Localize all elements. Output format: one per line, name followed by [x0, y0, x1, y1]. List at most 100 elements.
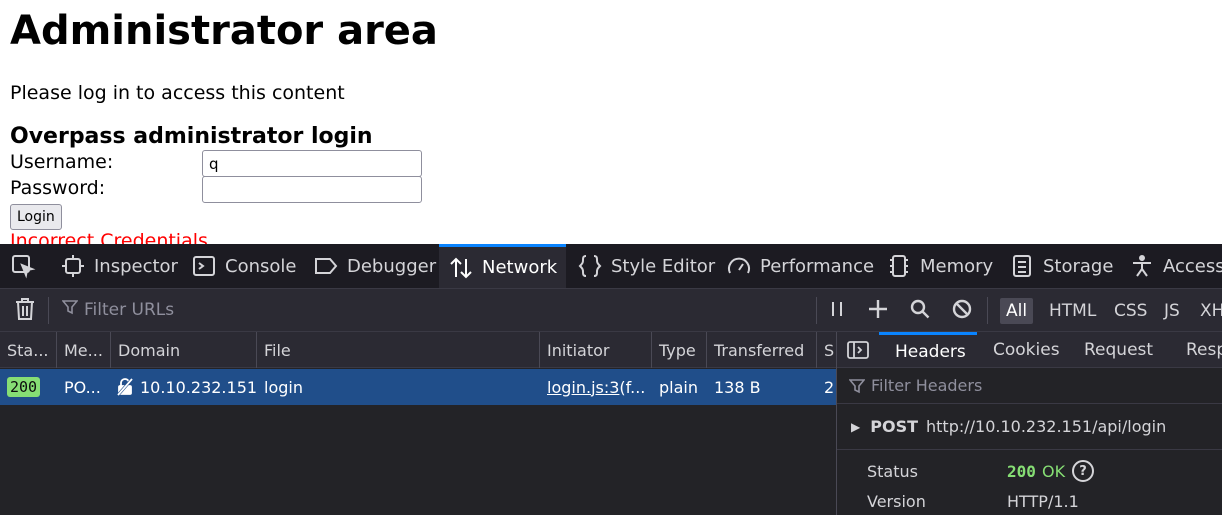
pause-icon [827, 299, 847, 323]
filter-xhr[interactable]: XH [1194, 298, 1222, 324]
tab-label: Console [225, 255, 297, 277]
debugger-icon [313, 253, 339, 279]
status-text: OK [1042, 462, 1066, 481]
row-initiator: login.js:3 (f... [547, 369, 647, 405]
username-input[interactable] [202, 150, 422, 177]
filter-html[interactable]: HTML [1043, 298, 1102, 324]
filter-icon [61, 299, 79, 320]
column-size[interactable]: S [817, 332, 836, 368]
block-icon [951, 298, 973, 324]
column-method[interactable]: Me... [57, 332, 111, 368]
version-label: Version [867, 492, 926, 511]
row-type: plain [659, 377, 698, 397]
row-status: 200 [7, 369, 41, 405]
expand-arrow-icon: ▶ [851, 419, 861, 434]
filter-all[interactable]: All [1000, 298, 1034, 324]
column-file[interactable]: File [257, 332, 540, 368]
tab-inspector[interactable]: Inspector [60, 244, 178, 288]
form-title: Overpass administrator login [10, 124, 373, 149]
page-content: Administrator area Please log in to acce… [0, 0, 1222, 244]
plus-icon [867, 298, 889, 324]
network-icon [448, 255, 474, 281]
column-initiator[interactable]: Initiator [540, 332, 652, 368]
tab-console[interactable]: Console [191, 244, 296, 288]
block-requests-button[interactable] [948, 297, 976, 325]
column-transferred[interactable]: Transferred [707, 332, 817, 368]
filter-headers-input[interactable]: Filter Headers [837, 368, 1222, 404]
clear-button[interactable] [11, 297, 39, 325]
devtools-panel: Inspector Console Debugger Network Style… [0, 244, 1222, 515]
column-type[interactable]: Type [652, 332, 707, 368]
initiator-rest: (f... [619, 377, 646, 397]
filter-css[interactable]: CSS [1108, 298, 1153, 324]
accessibility-icon [1129, 253, 1155, 279]
login-button[interactable]: Login [10, 204, 62, 230]
error-message: Incorrect Credentials [10, 230, 208, 244]
tab-label: Style Editor [611, 255, 716, 277]
tab-network[interactable]: Network [439, 244, 566, 288]
row-size: 2 [824, 377, 835, 397]
filter-headers-placeholder: Filter Headers [871, 376, 983, 395]
tab-accessibility[interactable]: Accessi [1129, 244, 1222, 288]
filter-urls-input[interactable]: Filter URLs [61, 299, 175, 320]
request-method: POST [870, 417, 918, 436]
console-icon [191, 253, 217, 279]
tab-label: Memory [920, 255, 994, 277]
pause-button[interactable] [823, 297, 851, 325]
style-editor-icon [577, 253, 603, 279]
username-label: Username: [10, 151, 114, 173]
tab-style-editor[interactable]: Style Editor [577, 244, 715, 288]
trash-icon [13, 296, 37, 326]
table-header: Sta... Me... Domain File Initiator Type … [0, 332, 836, 368]
password-input[interactable] [202, 176, 422, 203]
domain-text: 10.10.232.151 [140, 377, 258, 397]
version-value: HTTP/1.1 [1007, 492, 1079, 511]
row-domain: 10.10.232.151 [116, 369, 257, 405]
row-method: PO... [64, 377, 101, 397]
tab-label: Network [482, 257, 558, 278]
column-domain[interactable]: Domain [111, 332, 257, 368]
tab-performance[interactable]: Performance [726, 244, 874, 288]
tab-cookies[interactable]: Cookies [993, 332, 1060, 368]
request-url: http://10.10.232.151/api/login [926, 417, 1167, 436]
insecure-lock-icon [116, 378, 134, 396]
filter-icon [849, 378, 865, 394]
request-details-panel: Headers Cookies Request Resp Filter Head… [837, 332, 1222, 515]
initiator-link[interactable]: login.js:3 [547, 378, 619, 397]
row-transferred: 138 B [714, 377, 761, 397]
password-label: Password: [10, 177, 106, 199]
request-summary[interactable]: ▶ POST http://10.10.232.151/api/login [837, 404, 1222, 450]
filter-urls-placeholder: Filter URLs [84, 299, 175, 320]
help-icon[interactable]: ? [1072, 460, 1094, 482]
tab-request[interactable]: Request [1084, 332, 1153, 368]
table-row[interactable]: 200 PO... 10.10.232.151 login login.js:3… [0, 369, 836, 405]
toolbar-divider [48, 297, 49, 324]
add-request-button[interactable] [864, 297, 892, 325]
search-icon [909, 298, 931, 324]
status-code: 200 [1007, 462, 1036, 481]
toggle-sidebar-button[interactable] [847, 332, 869, 368]
filter-js[interactable]: JS [1158, 298, 1186, 324]
tab-storage[interactable]: Storage [1009, 244, 1113, 288]
status-label: Status [867, 462, 918, 481]
memory-icon [886, 253, 912, 279]
status-badge: 200 [7, 377, 41, 397]
sidebar-toggle-icon [847, 340, 869, 360]
performance-icon [726, 253, 752, 279]
network-toolbar: Filter URLs All HTML CSS JS XH [0, 289, 1222, 332]
tab-debugger[interactable]: Debugger [313, 244, 436, 288]
storage-icon [1009, 253, 1035, 279]
requests-table: Sta... Me... Domain File Initiator Type … [0, 332, 836, 515]
details-tabbar: Headers Cookies Request Resp [837, 332, 1222, 368]
column-status[interactable]: Sta... [0, 332, 57, 368]
pick-element-button[interactable] [10, 244, 44, 288]
tab-response[interactable]: Resp [1186, 332, 1222, 368]
tab-label: Storage [1043, 255, 1114, 277]
tab-label: Accessi [1163, 255, 1222, 277]
tab-label: Debugger [347, 255, 437, 277]
tab-headers[interactable]: Headers [879, 332, 977, 368]
search-button[interactable] [906, 297, 934, 325]
devtools-tabbar: Inspector Console Debugger Network Style… [0, 244, 1222, 289]
tab-memory[interactable]: Memory [886, 244, 993, 288]
inspector-icon [60, 253, 86, 279]
